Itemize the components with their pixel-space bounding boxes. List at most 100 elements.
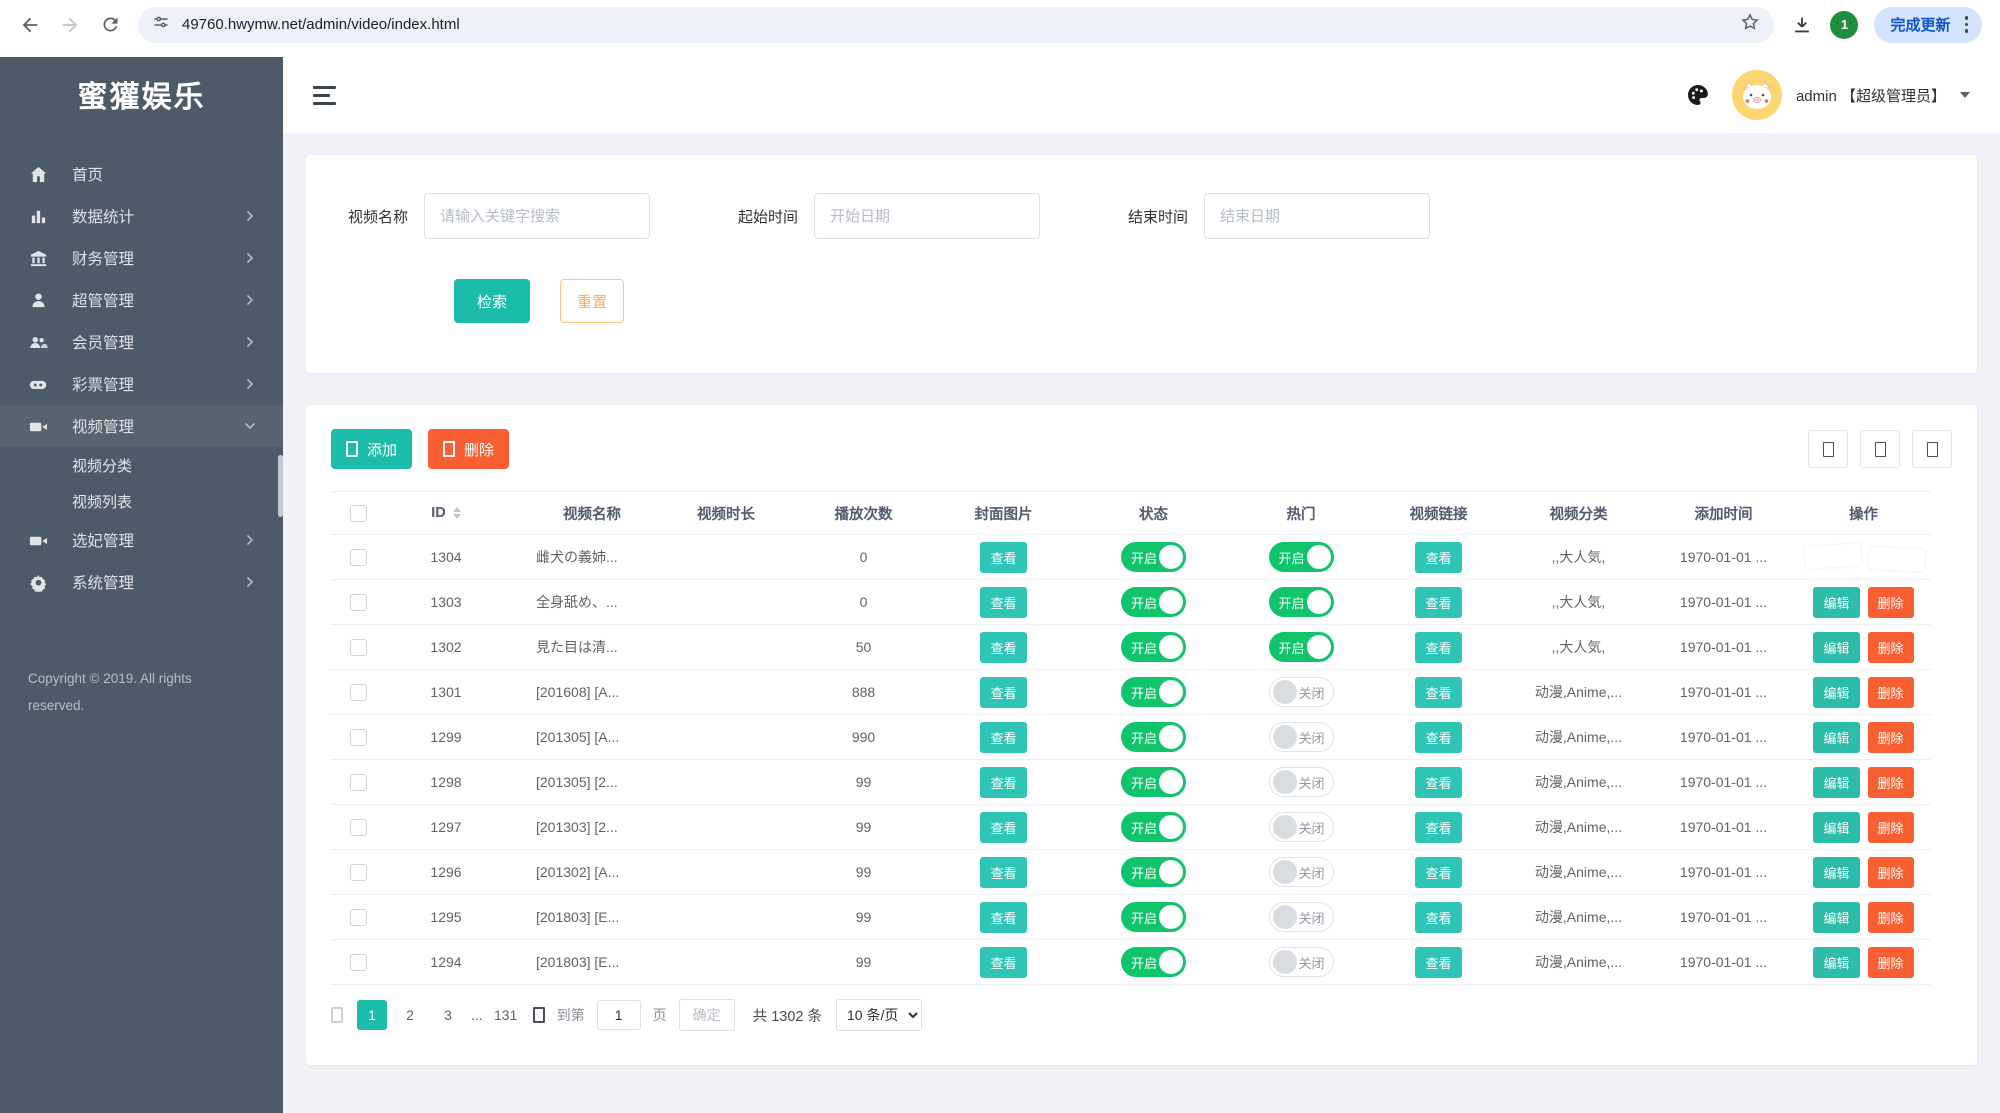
- end-date-input[interactable]: [1204, 193, 1431, 239]
- sidebar-subitem-视频列表[interactable]: 视频列表: [0, 483, 283, 519]
- batch-delete-button[interactable]: 删除: [428, 429, 510, 469]
- view-cover-button[interactable]: 查看: [980, 901, 1027, 933]
- hot-toggle[interactable]: 关闭: [1268, 722, 1334, 752]
- sidebar-scrollbar[interactable]: [278, 455, 283, 517]
- hot-toggle[interactable]: 关闭: [1268, 677, 1334, 707]
- status-toggle[interactable]: 开启: [1121, 857, 1186, 887]
- row-checkbox[interactable]: [350, 953, 367, 971]
- row-checkbox[interactable]: [350, 818, 367, 836]
- row-checkbox[interactable]: [350, 908, 367, 926]
- browser-menu-icon[interactable]: [1961, 12, 1973, 37]
- bookmark-star-icon[interactable]: [1740, 12, 1760, 37]
- view-link-button[interactable]: 查看: [1415, 811, 1462, 843]
- page-number-131[interactable]: 131: [491, 1000, 521, 1030]
- view-link-button[interactable]: 查看: [1415, 676, 1462, 708]
- view-cover-button[interactable]: 查看: [980, 946, 1027, 978]
- sidebar-item-超管管理[interactable]: 超管管理: [0, 279, 283, 321]
- edit-button[interactable]: 编辑: [1813, 631, 1860, 663]
- view-cover-button[interactable]: 查看: [980, 541, 1027, 573]
- reload-icon[interactable]: [98, 13, 122, 37]
- edit-button[interactable]: 编辑: [1813, 946, 1860, 978]
- prev-page-icon[interactable]: [331, 1007, 343, 1023]
- page-number-1[interactable]: 1: [357, 1000, 387, 1030]
- sort-icon[interactable]: [452, 507, 461, 520]
- column-header[interactable]: ID: [386, 491, 506, 535]
- page-number-2[interactable]: 2: [395, 1000, 425, 1030]
- edit-button[interactable]: 编辑: [1813, 856, 1860, 888]
- view-link-button[interactable]: 查看: [1415, 946, 1462, 978]
- reset-button[interactable]: 重置: [560, 279, 624, 323]
- view-link-button[interactable]: 查看: [1415, 631, 1462, 663]
- delete-row-button[interactable]: 删除: [1867, 901, 1914, 933]
- row-checkbox[interactable]: [350, 728, 367, 746]
- jump-page-input[interactable]: [596, 1000, 641, 1030]
- hot-toggle[interactable]: 关闭: [1268, 947, 1334, 977]
- menu-toggle-icon[interactable]: [313, 85, 336, 105]
- user-menu[interactable]: admin 【超级管理员】: [1731, 70, 1970, 120]
- row-checkbox[interactable]: [350, 683, 367, 701]
- delete-row-button[interactable]: 删除: [1867, 586, 1914, 618]
- delete-row-button[interactable]: 删除: [1867, 631, 1914, 663]
- view-cover-button[interactable]: 查看: [980, 811, 1027, 843]
- sidebar-item-数据统计[interactable]: 数据统计: [0, 195, 283, 237]
- hot-toggle[interactable]: 开启: [1268, 632, 1334, 662]
- view-link-button[interactable]: 查看: [1415, 541, 1462, 573]
- status-toggle[interactable]: 开启: [1121, 812, 1186, 842]
- status-toggle[interactable]: 开启: [1121, 722, 1186, 752]
- sidebar-item-选妃管理[interactable]: 选妃管理: [0, 519, 283, 561]
- view-link-button[interactable]: 查看: [1415, 901, 1462, 933]
- delete-row-button[interactable]: 删除: [1867, 721, 1914, 753]
- delete-row-button[interactable]: 删除: [1867, 856, 1914, 888]
- sidebar-subitem-视频分类[interactable]: 视频分类: [0, 447, 283, 483]
- status-toggle[interactable]: 开启: [1121, 767, 1186, 797]
- view-cover-button[interactable]: 查看: [980, 856, 1027, 888]
- profile-avatar[interactable]: 1: [1830, 10, 1859, 39]
- update-browser-button[interactable]: 完成更新: [1874, 6, 1982, 43]
- delete-row-button[interactable]: 删除: [1867, 811, 1914, 843]
- edit-button[interactable]: 编辑: [1813, 766, 1860, 798]
- table-tool-button-3[interactable]: [1912, 430, 1952, 468]
- view-cover-button[interactable]: 查看: [980, 721, 1027, 753]
- delete-row-button[interactable]: 删除: [1867, 676, 1914, 708]
- hot-toggle[interactable]: 关闭: [1268, 902, 1334, 932]
- download-icon[interactable]: [1790, 13, 1814, 37]
- status-toggle[interactable]: 开启: [1121, 902, 1186, 932]
- add-button[interactable]: 添加: [331, 429, 413, 469]
- back-icon[interactable]: [18, 13, 42, 37]
- site-info-icon[interactable]: [152, 13, 170, 36]
- table-tool-button-1[interactable]: [1808, 430, 1848, 468]
- row-checkbox[interactable]: [350, 863, 367, 881]
- start-date-input[interactable]: [814, 193, 1041, 239]
- status-toggle[interactable]: 开启: [1121, 677, 1186, 707]
- forward-icon[interactable]: [58, 13, 82, 37]
- select-all-checkbox[interactable]: [350, 504, 367, 522]
- edit-button[interactable]: 编辑: [1813, 721, 1860, 753]
- row-checkbox[interactable]: [350, 638, 367, 656]
- edit-button[interactable]: 编辑: [1813, 901, 1860, 933]
- status-toggle[interactable]: 开启: [1121, 542, 1186, 572]
- hot-toggle[interactable]: 关闭: [1268, 812, 1334, 842]
- page-size-select[interactable]: 10 条/页: [836, 999, 922, 1031]
- hot-toggle[interactable]: 开启: [1268, 542, 1334, 572]
- view-cover-button[interactable]: 查看: [980, 631, 1027, 663]
- address-bar[interactable]: 49760.hwymw.net/admin/video/index.html: [138, 6, 1775, 43]
- status-toggle[interactable]: 开启: [1121, 632, 1186, 662]
- view-link-button[interactable]: 查看: [1415, 721, 1462, 753]
- row-checkbox[interactable]: [350, 548, 367, 566]
- edit-button[interactable]: 编辑: [1813, 586, 1860, 618]
- theme-palette-icon[interactable]: [1686, 83, 1710, 107]
- delete-row-button[interactable]: 删除: [1867, 766, 1914, 798]
- view-link-button[interactable]: 查看: [1415, 766, 1462, 798]
- view-cover-button[interactable]: 查看: [980, 766, 1027, 798]
- edit-button[interactable]: 编辑: [1813, 676, 1860, 708]
- confirm-jump-button[interactable]: 确定: [678, 999, 735, 1031]
- row-checkbox[interactable]: [350, 593, 367, 611]
- sidebar-item-视频管理[interactable]: 视频管理: [0, 405, 283, 447]
- row-checkbox[interactable]: [350, 773, 367, 791]
- edit-button[interactable]: 编辑: [1813, 811, 1860, 843]
- sidebar-item-系统管理[interactable]: 系统管理: [0, 561, 283, 603]
- delete-row-button[interactable]: 删除: [1867, 946, 1914, 978]
- sidebar-item-首页[interactable]: 首页: [0, 153, 283, 195]
- page-number-3[interactable]: 3: [433, 1000, 463, 1030]
- hot-toggle[interactable]: 关闭: [1268, 767, 1334, 797]
